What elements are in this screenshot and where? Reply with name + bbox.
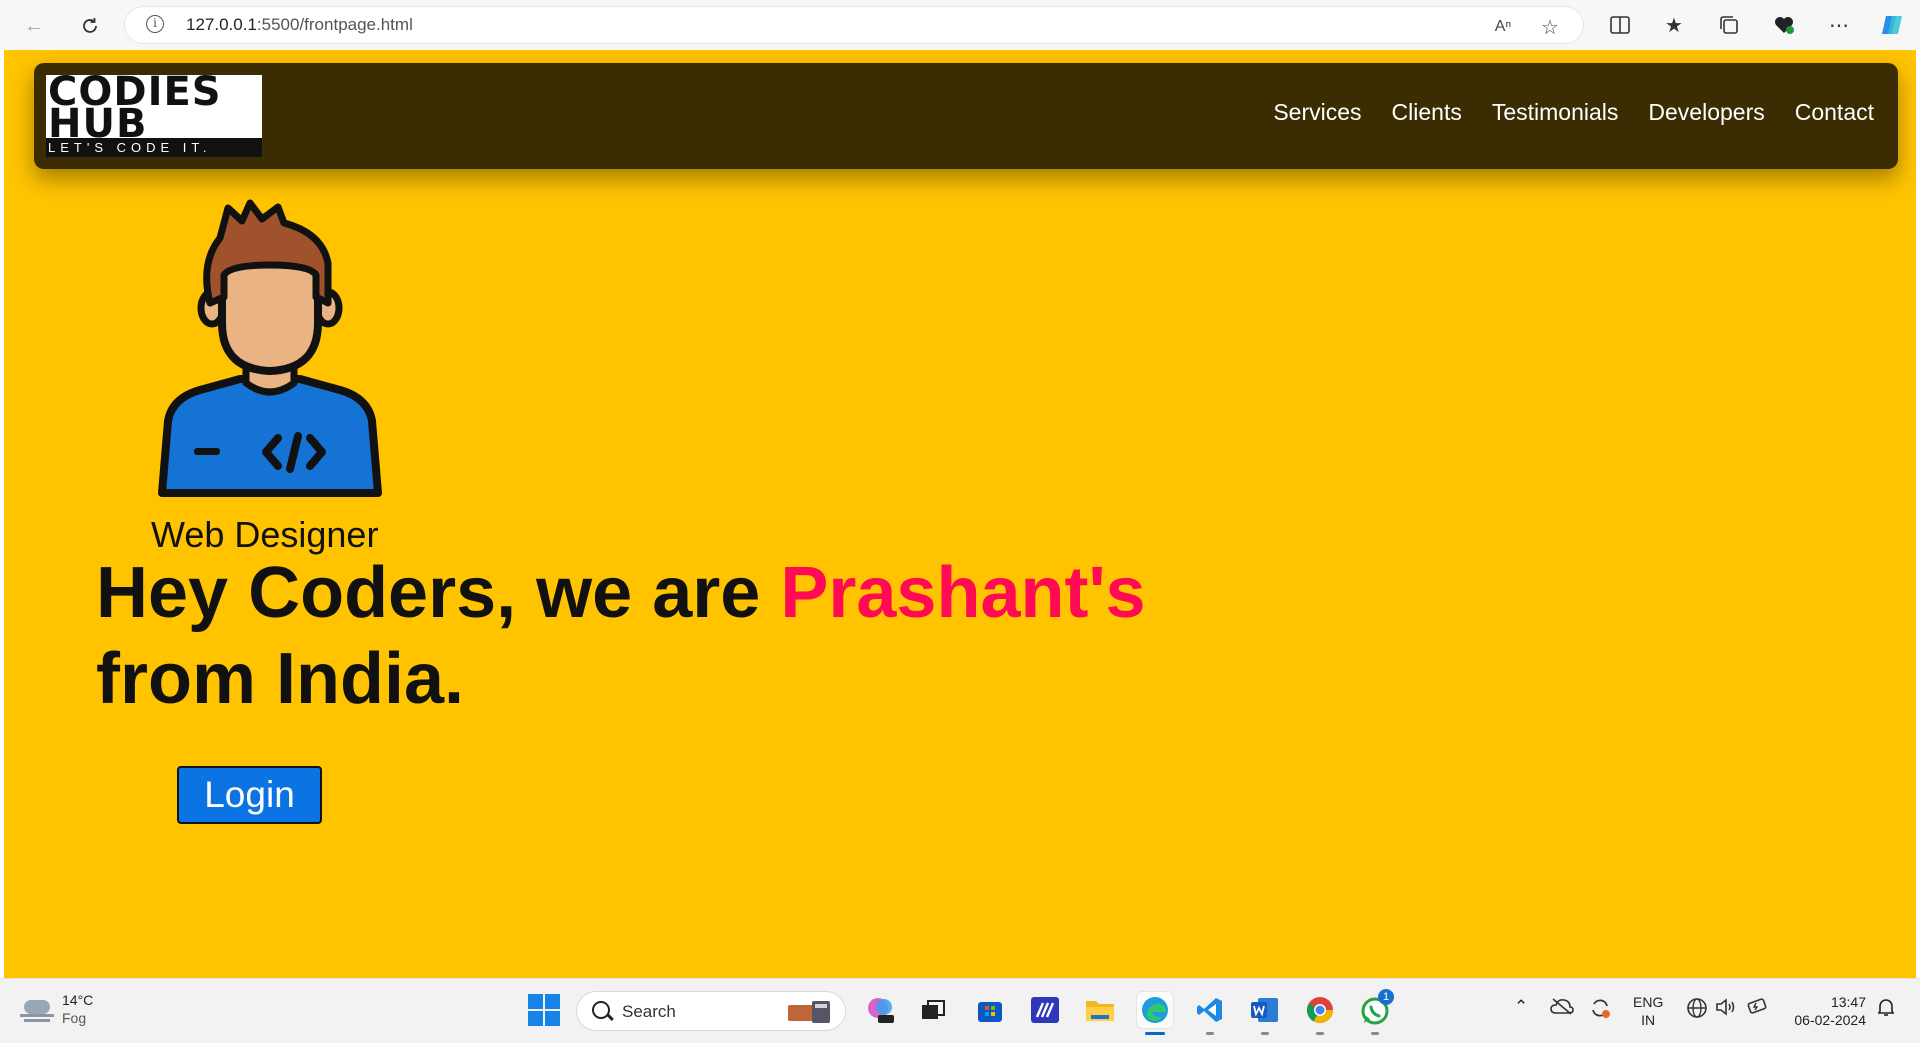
onedrive-icon[interactable]: [1550, 997, 1574, 1020]
headline-accent: Prashant's: [780, 553, 1146, 633]
microsoft-store-icon[interactable]: [971, 991, 1009, 1029]
show-hidden-icons-icon[interactable]: ⌃: [1514, 997, 1528, 1017]
network-globe-icon[interactable]: [1686, 997, 1708, 1024]
login-button[interactable]: Login: [177, 766, 322, 824]
copilot-pre-icon[interactable]: [862, 991, 900, 1029]
taskbar-search[interactable]: Search: [576, 991, 846, 1031]
hero-section: Web Designer Hey Coders, we are Prashant…: [0, 0, 1920, 1042]
notifications-icon[interactable]: [1876, 997, 1896, 1022]
headline-text-2: from India.: [96, 639, 465, 719]
fog-icon: [20, 996, 54, 1022]
volume-icon[interactable]: [1715, 997, 1737, 1022]
task-view-icon[interactable]: [914, 991, 952, 1029]
sync-icon[interactable]: [1589, 997, 1611, 1024]
weather-condition: Fog: [62, 1010, 87, 1026]
search-icon: [592, 1001, 610, 1019]
dev-app-icon[interactable]: [1026, 991, 1064, 1029]
word-icon[interactable]: [1246, 991, 1284, 1035]
notification-badge: 1: [1378, 989, 1394, 1005]
chrome-icon[interactable]: [1301, 991, 1339, 1035]
edge-browser-icon[interactable]: [1136, 991, 1174, 1035]
whatsapp-icon[interactable]: 1: [1356, 989, 1394, 1035]
weather-temp: 14°C: [62, 992, 94, 1008]
language-indicator[interactable]: ENG IN: [1633, 993, 1663, 1029]
headline-text: Hey Coders, we are: [96, 553, 781, 633]
search-highlight-icon: [788, 1001, 830, 1023]
start-button-icon[interactable]: [528, 994, 560, 1026]
battery-icon[interactable]: [1746, 997, 1770, 1020]
vscode-icon[interactable]: [1191, 991, 1229, 1035]
search-label: Search: [622, 1002, 676, 1021]
windows-taskbar: 14°C Fog Search 1 ⌃ ENG IN 13:47 06-02-2…: [0, 978, 1920, 1043]
file-explorer-icon[interactable]: [1081, 991, 1119, 1029]
weather-widget[interactable]: 14°C Fog: [20, 991, 93, 1027]
developer-avatar-icon: [158, 199, 382, 497]
system-clock[interactable]: 13:47 06-02-2024: [1786, 993, 1866, 1029]
hero-headline: Hey Coders, we are Prashant's from India.: [96, 550, 1296, 722]
